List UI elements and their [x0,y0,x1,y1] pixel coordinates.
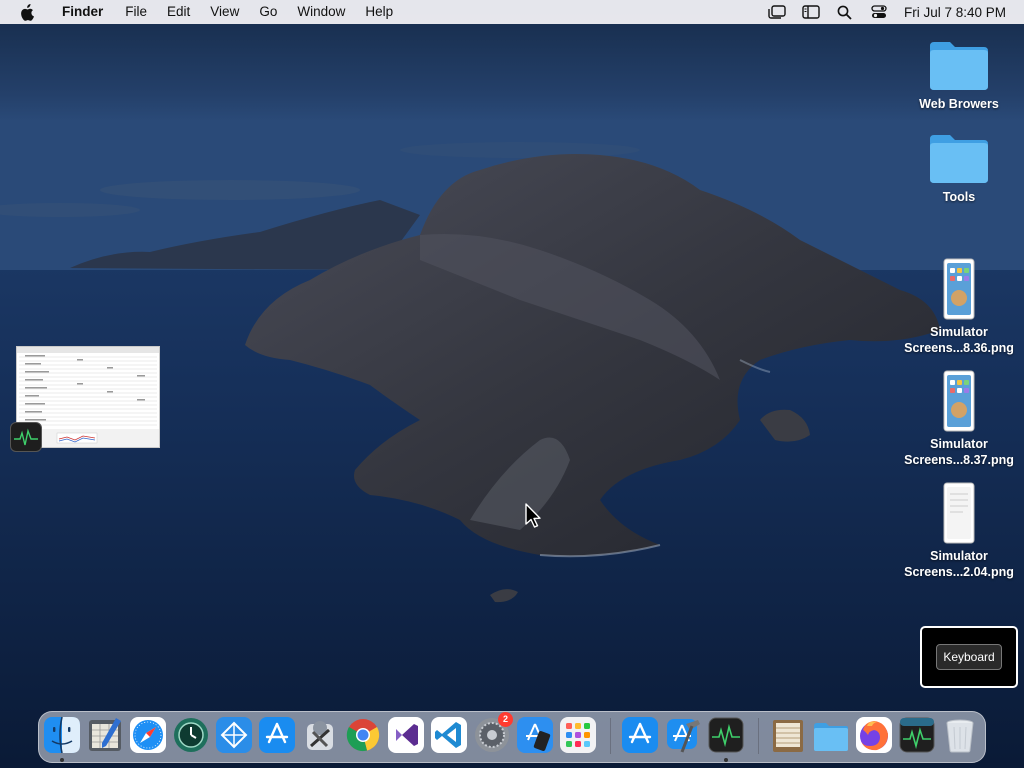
stage-manager-icon[interactable] [760,0,794,24]
control-center-icon[interactable] [862,0,896,24]
desktop-file-simulator-screenshot-2[interactable]: Simulator Screens...8.37.png [894,370,1024,468]
desktop-item-label-line1: Simulator [930,549,988,563]
launchpad-icon [560,717,596,753]
dock-utility[interactable] [301,716,339,756]
app-store-icon [622,717,658,753]
dock-time-machine[interactable] [172,716,210,756]
image-file-icon [894,370,1024,432]
dock-downloads-folder[interactable] [812,716,850,756]
menu-go[interactable]: Go [249,0,287,24]
running-indicator [60,758,64,762]
dock-firefox[interactable] [855,716,893,756]
vscode-icon [431,717,467,753]
activity-monitor-badge-icon [10,422,42,452]
image-file-icon [894,258,1024,320]
image-file-icon [894,482,1024,544]
desktop-item-label-line2: Screens...8.37.png [904,453,1014,467]
desktop-file-simulator-screenshot-1[interactable]: Simulator Screens...8.36.png [894,258,1024,356]
trash-icon [946,719,974,753]
activity-monitor-icon [899,717,935,753]
migration-assistant-icon [216,717,252,753]
firefox-icon [856,717,892,753]
desktop-folder-tools[interactable]: Tools [894,131,1024,205]
activity-monitor-icon [708,717,744,753]
menu-bar-clock[interactable]: Fri Jul 7 8:40 PM [896,5,1024,20]
chrome-icon [346,719,380,752]
app-store-icon [259,717,295,753]
dock-finder[interactable] [43,716,81,756]
desktop-item-label: Tools [942,190,976,204]
desktop-item-label: Web Browers [919,97,999,111]
folder-icon [894,131,1024,185]
notification-badge: 2 [498,712,513,727]
folder-icon [894,38,1024,92]
dock-chrome[interactable] [344,716,382,756]
dock-vscode[interactable] [430,716,468,756]
dock-trash[interactable] [941,716,979,756]
script-editor-icon [89,718,121,751]
dock-app-store-2[interactable] [621,716,659,756]
dock-launchpad[interactable] [559,716,597,756]
apple-menu-icon[interactable] [0,3,52,21]
menu-edit[interactable]: Edit [157,0,200,24]
desktop-file-simulator-screenshot-3[interactable]: Simulator Screens...2.04.png [894,482,1024,580]
dock-separator [610,718,611,754]
dock-activity-monitor[interactable] [707,716,745,756]
menu-help[interactable]: Help [355,0,403,24]
desktop-item-label-line1: Simulator [930,437,988,451]
desktop-item-label-line2: Screens...8.36.png [904,341,1014,355]
dock-app-store[interactable] [258,716,296,756]
menu-bar: Finder File Edit View Go Window Help Fri… [0,0,1024,24]
sidebar-icon[interactable] [794,0,828,24]
dock-migration-assistant[interactable] [215,716,253,756]
dock-safari[interactable] [129,716,167,756]
xcode-icon [667,719,700,753]
simulator-icon [517,717,553,753]
spotlight-search-icon[interactable] [828,0,862,24]
dock-script-editor[interactable] [86,716,124,756]
desktop-item-label-line1: Simulator [930,325,988,339]
mouse-pointer-icon [525,503,541,528]
archive-icon [773,720,803,752]
dock-system-preferences[interactable]: 2 [473,712,513,756]
dock-separator [758,718,759,754]
safari-icon [130,717,166,753]
dock-archive[interactable] [769,716,807,756]
time-machine-icon [174,718,208,752]
visual-studio-icon [388,717,424,753]
menu-view[interactable]: View [200,0,249,24]
finder-icon [44,716,80,754]
dock-visual-studio[interactable] [387,716,425,756]
dock-activity-monitor-2[interactable] [898,716,936,756]
running-indicator [724,758,728,762]
dock-simulator[interactable] [516,716,554,756]
menu-app-name[interactable]: Finder [52,0,115,24]
folder-icon [814,723,848,751]
keyboard-viewer-panel: Keyboard [920,626,1018,688]
desktop-folder-web-browers[interactable]: Web Browers [894,38,1024,112]
utility-icon [307,721,333,750]
menu-window[interactable]: Window [287,0,355,24]
desktop-item-label-line2: Screens...2.04.png [904,565,1014,579]
menu-file[interactable]: File [115,0,157,24]
keyboard-button[interactable]: Keyboard [936,644,1002,670]
dock-xcode[interactable] [664,716,702,756]
